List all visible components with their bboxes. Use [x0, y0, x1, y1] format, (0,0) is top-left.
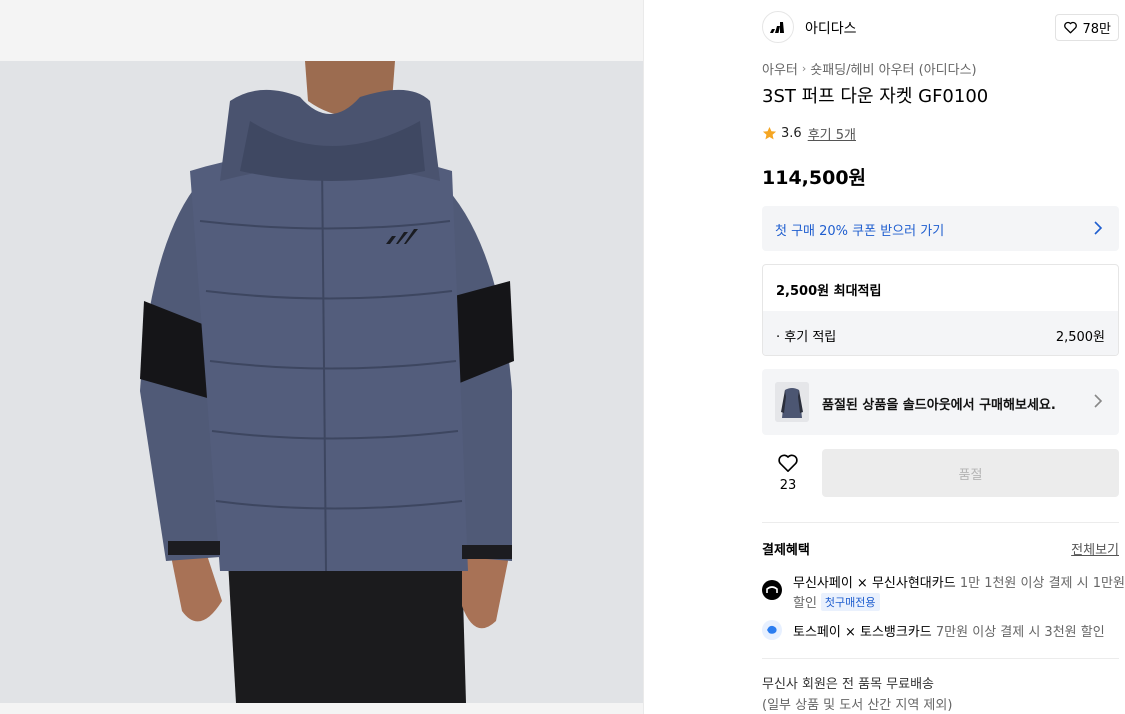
toss-pay-desc: 7만원 이상 결제 시 3천원 할인: [935, 625, 1105, 640]
brand-like-count: 78만: [1082, 22, 1111, 37]
product-image-panel: [0, 0, 643, 714]
first-purchase-tag: 첫구매전용: [820, 592, 880, 611]
heart-icon: [1064, 21, 1078, 34]
chevron-right-icon: [1094, 394, 1103, 408]
musinsa-pay-benefit: 무신사페이 × 무신사현대카드 1만 1천원 이상 결제 시 1만원: [793, 572, 1125, 591]
musinsa-pay-benefit-cont: 할인 첫구매전용: [793, 592, 880, 611]
musinsa-pay-desc: 1만 1천원 이상 결제 시 1만원: [959, 576, 1125, 591]
brand-row: 아디다스 78만: [762, 11, 1119, 43]
product-price: 114,500원: [762, 167, 867, 189]
musinsa-pay-desc-cont: 할인: [793, 596, 817, 611]
points-row-value: 2,500원: [1055, 330, 1105, 345]
soldout-text: 품절된 상품을 솔드아웃에서 구매해보세요.: [822, 398, 1056, 413]
musinsa-pay-icon: [762, 580, 782, 600]
musinsa-pay-name: 무신사페이 × 무신사현대카드: [793, 576, 956, 591]
product-title: 3ST 퍼프 다운 자켓 GF0100: [762, 86, 989, 107]
shipping-note: (일부 상품 및 도서 산간 지역 제외): [762, 698, 953, 713]
chevron-right-icon: [1094, 221, 1103, 235]
points-row: · 후기 적립 2,500원: [763, 311, 1118, 355]
rating-row: 3.6 후기 5개: [762, 124, 856, 143]
breadcrumb-item-category[interactable]: 숏패딩/헤비 아우터 (아디다스): [810, 59, 976, 78]
brand-logo-icon[interactable]: [762, 11, 794, 43]
points-header: 2,500원 최대적립: [776, 284, 882, 299]
divider: [762, 658, 1119, 659]
panel-divider: [643, 0, 644, 714]
star-icon: [762, 126, 777, 140]
jacket-photo: [0, 61, 643, 703]
wish-button[interactable]: 23: [762, 449, 814, 497]
rating-score: 3.6: [781, 126, 802, 141]
breadcrumb-item-outer[interactable]: 아우터: [762, 59, 798, 78]
points-box: 2,500원 최대적립 · 후기 적립 2,500원: [762, 264, 1119, 356]
brand-like-button[interactable]: 78만: [1055, 14, 1119, 41]
benefits-view-all-link[interactable]: 전체보기: [1071, 539, 1119, 558]
coupon-banner[interactable]: 첫 구매 20% 쿠폰 받으러 가기: [762, 206, 1119, 251]
breadcrumb: 아우터 › 숏패딩/헤비 아우터 (아디다스): [762, 59, 977, 78]
soldout-thumbnail: [775, 382, 809, 422]
review-link[interactable]: 후기 5개: [808, 124, 856, 143]
soldout-button[interactable]: 품절: [822, 449, 1119, 497]
chevron-right-icon: ›: [801, 62, 807, 75]
toss-pay-name: 토스페이 × 토스뱅크카드: [793, 625, 932, 640]
coupon-text: 첫 구매 20% 쿠폰 받으러 가기: [775, 224, 945, 239]
brand-name[interactable]: 아디다스: [805, 18, 857, 38]
product-image[interactable]: [0, 61, 643, 703]
benefits-title: 결제혜택: [762, 543, 810, 558]
points-row-label: · 후기 적립: [776, 330, 837, 345]
product-info-panel: 아디다스 78만 아우터 › 숏패딩/헤비 아우터 (아디다스) 3ST 퍼프 …: [762, 0, 1125, 714]
toss-pay-icon: [762, 620, 782, 640]
heart-icon: [778, 454, 798, 472]
shipping-info: 무신사 회원은 전 품목 무료배송: [762, 677, 935, 692]
divider: [762, 522, 1119, 523]
soldout-banner[interactable]: 품절된 상품을 솔드아웃에서 구매해보세요.: [762, 369, 1119, 435]
toss-pay-benefit: 토스페이 × 토스뱅크카드 7만원 이상 결제 시 3천원 할인: [793, 621, 1105, 640]
wish-count: 23: [779, 478, 797, 493]
